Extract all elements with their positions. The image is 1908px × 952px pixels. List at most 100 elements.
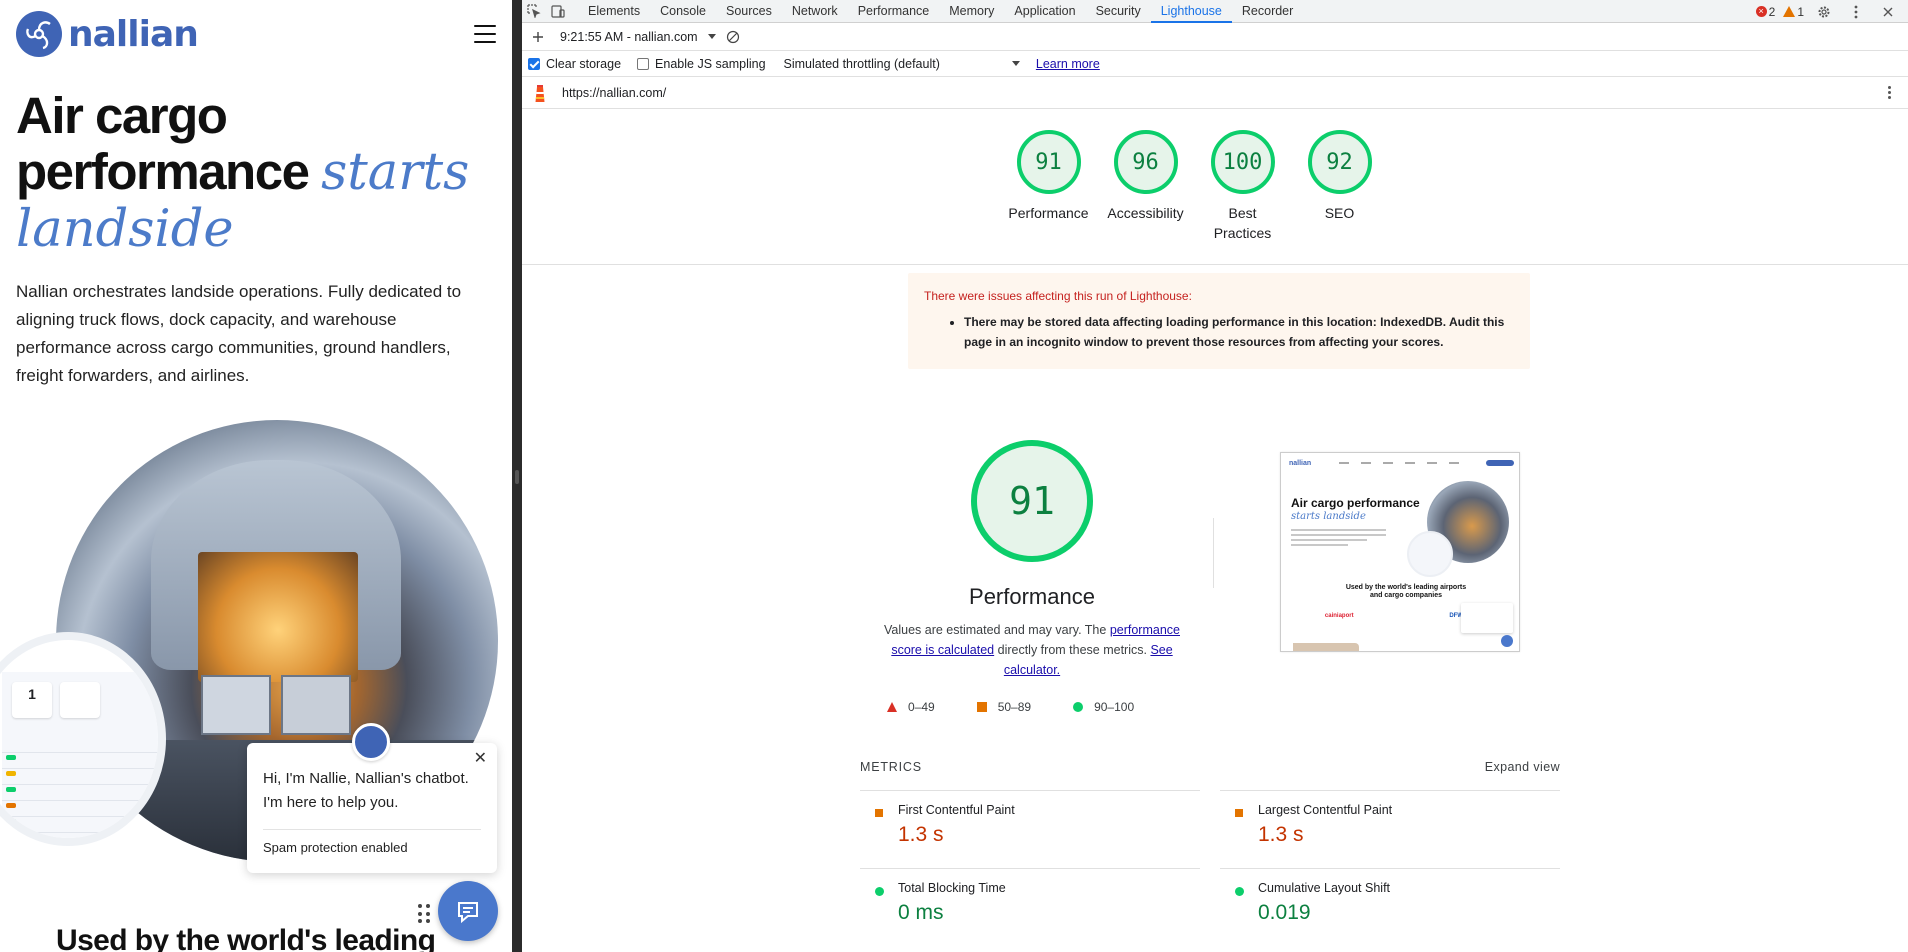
chatbot-popup: ✕ Hi, I'm Nallie, Nallian's chatbot. I'm… xyxy=(247,723,497,873)
metric-value: 1.3 s xyxy=(898,823,944,846)
runtime-warning-list: There may be stored data affecting loadi… xyxy=(924,312,1514,352)
error-icon: × xyxy=(1755,6,1767,17)
hero-title-line1: Air cargo xyxy=(16,87,228,144)
hamburger-menu-icon[interactable] xyxy=(474,25,496,43)
metrics-grid: First Contentful Paint 1.3 s Largest Con… xyxy=(860,790,1560,946)
average-square-icon xyxy=(1235,809,1243,817)
metric-first-contentful-paint: First Contentful Paint 1.3 s xyxy=(860,790,1200,868)
report-url-bar: https://nallian.com/ xyxy=(522,77,1908,109)
gauge-best-practices[interactable]: 100 Best Practices xyxy=(1210,130,1275,243)
chat-launcher-button[interactable] xyxy=(438,881,498,941)
performance-desc-middle: directly from these metrics. xyxy=(994,643,1151,657)
gauge-accessibility-score: 96 xyxy=(1113,130,1178,194)
used-by-heading: Used by the world's leading xyxy=(56,924,436,952)
hero-title-script1: starts xyxy=(321,143,470,202)
tab-security[interactable]: Security xyxy=(1086,0,1151,23)
close-icon[interactable]: ✕ xyxy=(474,751,487,767)
warning-badge[interactable]: 1 xyxy=(1783,5,1804,19)
inspect-element-icon[interactable] xyxy=(522,0,546,23)
error-badge[interactable]: × 2 xyxy=(1755,4,1776,19)
pass-circle-icon xyxy=(875,887,884,896)
js-sampling-checkbox[interactable] xyxy=(637,57,650,70)
metric-name: First Contentful Paint xyxy=(898,803,1015,817)
tab-performance[interactable]: Performance xyxy=(848,0,940,23)
website-viewport: nallian Air cargo performance starts lan… xyxy=(0,0,512,952)
warning-icon xyxy=(1783,6,1796,17)
gauge-seo[interactable]: 92 SEO xyxy=(1307,130,1372,243)
metric-name: Total Blocking Time xyxy=(898,881,1006,895)
devtools-tabbar: Elements Console Sources Network Perform… xyxy=(522,0,1908,23)
report-menu-icon[interactable] xyxy=(1888,86,1892,99)
clear-storage-checkbox[interactable] xyxy=(528,57,540,70)
metric-cumulative-layout-shift: Cumulative Layout Shift 0.019 xyxy=(1220,868,1560,946)
pass-circle-icon xyxy=(1235,887,1244,896)
legend-pass: 90–100 xyxy=(1073,700,1134,714)
chevron-down-icon[interactable] xyxy=(707,33,716,40)
thumbnail-used-by: Used by the world's leading airports and… xyxy=(1345,584,1467,599)
more-options-icon[interactable] xyxy=(1844,0,1868,23)
clear-storage-label: Clear storage xyxy=(546,56,622,71)
learn-more-link[interactable]: Learn more xyxy=(1036,57,1100,71)
chatbot-avatar xyxy=(352,723,390,761)
metric-value: 0.019 xyxy=(1258,901,1311,924)
gauge-performance[interactable]: 91 Performance xyxy=(1008,130,1089,243)
tab-sources[interactable]: Sources xyxy=(716,0,782,23)
metric-name: Cumulative Layout Shift xyxy=(1258,881,1391,895)
runtime-warning: There were issues affecting this run of … xyxy=(908,273,1530,369)
devtools-panel: Elements Console Sources Network Perform… xyxy=(522,0,1908,952)
throttling-select[interactable]: Simulated throttling (default) xyxy=(784,57,940,71)
close-devtools-icon[interactable] xyxy=(1876,0,1900,23)
brand-logo[interactable]: nallian xyxy=(16,11,199,57)
spam-protection-note: Spam protection enabled xyxy=(263,840,408,855)
expand-view-button[interactable]: Expand view xyxy=(1485,760,1560,774)
legend-fail: 0–49 xyxy=(887,700,935,714)
panel-splitter[interactable] xyxy=(512,0,522,952)
drag-handle-icon[interactable] xyxy=(418,904,432,924)
gauge-accessibility-label: Accessibility xyxy=(1107,205,1184,221)
tab-network[interactable]: Network xyxy=(782,0,848,23)
tab-elements[interactable]: Elements xyxy=(578,0,650,23)
tab-application[interactable]: Application xyxy=(1004,0,1085,23)
gauge-seo-label: SEO xyxy=(1324,205,1355,221)
tab-console[interactable]: Console xyxy=(650,0,716,23)
runtime-warning-title: There were issues affecting this run of … xyxy=(924,289,1192,303)
site-header: nallian xyxy=(16,10,496,58)
hero-title-script2: landside xyxy=(16,200,234,259)
legend-pass-range: 90–100 xyxy=(1094,700,1135,714)
js-sampling-label: Enable JS sampling xyxy=(655,56,766,71)
performance-desc-text: Values are estimated and may vary. The xyxy=(884,623,1110,637)
chatbot-message: Hi, I'm Nallie, Nallian's chatbot. I'm h… xyxy=(263,767,481,830)
metric-name: Largest Contentful Paint xyxy=(1258,803,1393,817)
thumbnail-logo-2: cainiaport xyxy=(1324,613,1354,619)
new-report-icon[interactable] xyxy=(526,25,550,48)
thumbnail-logo: nallian xyxy=(1289,459,1312,467)
warning-count: 1 xyxy=(1797,4,1804,19)
gear-icon[interactable] xyxy=(1812,0,1836,23)
report-url[interactable]: https://nallian.com/ xyxy=(562,86,666,100)
divider xyxy=(522,264,1908,265)
chat-bubble-icon xyxy=(458,902,478,924)
report-selector[interactable]: 9:21:55 AM - nallian.com xyxy=(560,30,698,44)
lighthouse-options-bar: Clear storage Enable JS sampling Simulat… xyxy=(522,51,1908,77)
metrics-header: METRICS Expand view xyxy=(860,760,1560,774)
metric-largest-contentful-paint: Largest Contentful Paint 1.3 s xyxy=(1220,790,1560,868)
lighthouse-logo-icon xyxy=(532,83,548,103)
tab-recorder[interactable]: Recorder xyxy=(1232,0,1303,23)
tab-memory[interactable]: Memory xyxy=(939,0,1004,23)
hero-description: Nallian orchestrates landside operations… xyxy=(16,282,462,385)
clear-reports-icon[interactable] xyxy=(726,30,740,44)
legend-average: 50–89 xyxy=(976,700,1032,714)
metric-total-blocking-time: Total Blocking Time 0 ms xyxy=(860,868,1200,946)
error-count: 2 xyxy=(1768,4,1776,19)
legend-average-range: 50–89 xyxy=(997,700,1032,714)
tab-lighthouse[interactable]: Lighthouse xyxy=(1150,0,1232,23)
lighthouse-toolbar: 9:21:55 AM - nallian.com xyxy=(522,23,1908,51)
final-screenshot-thumbnail[interactable]: nallian Air cargo performance starts lan… xyxy=(1280,452,1520,652)
legend-fail-range: 0–49 xyxy=(908,700,935,714)
device-toolbar-icon[interactable] xyxy=(546,0,570,23)
gauge-accessibility[interactable]: 96 Accessibility xyxy=(1107,130,1184,243)
hero-title: Air cargo performance starts landside xyxy=(16,88,496,258)
thumbnail-subheadline: starts landside xyxy=(1291,511,1366,522)
pass-circle-icon xyxy=(1073,702,1084,712)
throttling-chevron-down-icon[interactable] xyxy=(1011,60,1020,67)
